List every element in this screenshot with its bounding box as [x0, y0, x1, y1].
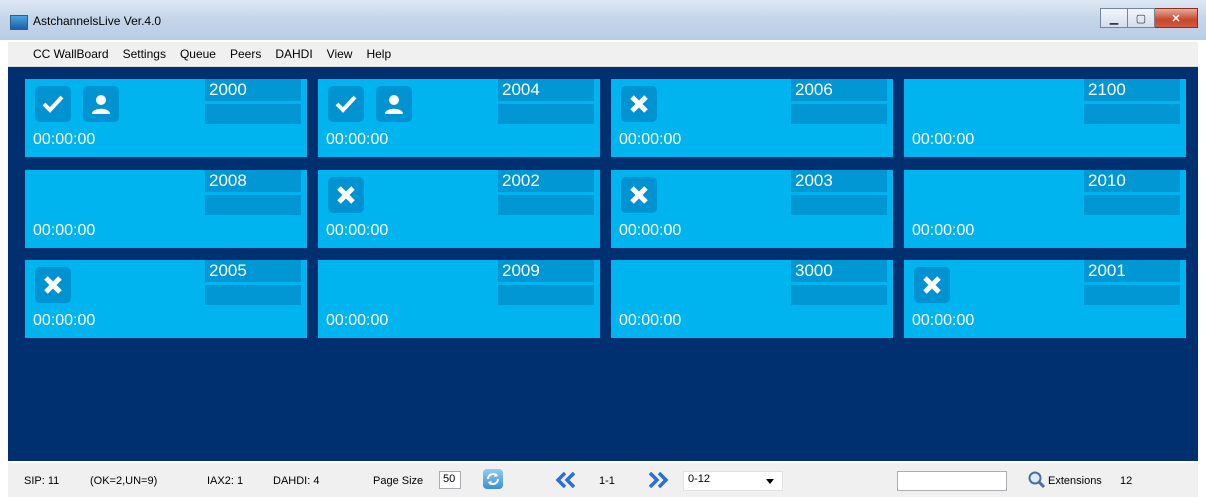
extension-number: 2005 [205, 260, 301, 282]
extension-tile[interactable]: 2001 00:00:00 [904, 260, 1186, 338]
wallboard: 2000 00:00:00 2004 00:00:00 2006 00:00:0… [8, 67, 1198, 461]
x-icon [621, 177, 657, 213]
extension-number: 2100 [1084, 79, 1180, 101]
extension-tile[interactable]: 2008 00:00:00 [25, 170, 307, 248]
extension-status-bar [498, 195, 594, 215]
check-icon [328, 86, 364, 122]
check-icon [35, 86, 71, 122]
call-timer: 00:00:00 [912, 222, 975, 239]
menu-help[interactable]: Help [359, 47, 398, 61]
call-timer: 00:00:00 [33, 131, 96, 148]
menu-bar: CC WallBoard Settings Queue Peers DAHDI … [8, 42, 1198, 67]
user-icon [376, 86, 412, 122]
extension-tile[interactable]: 2003 00:00:00 [611, 170, 893, 248]
call-timer: 00:00:00 [326, 131, 389, 148]
extension-number: 2010 [1084, 170, 1180, 192]
extension-number: 2001 [1084, 260, 1180, 282]
page-prev-icon[interactable] [553, 469, 579, 491]
extension-status-bar [498, 285, 594, 305]
extension-status-bar [205, 104, 301, 124]
chevron-down-icon [766, 479, 774, 484]
menu-cc-wallboard[interactable]: CC WallBoard [8, 47, 116, 61]
extension-status-bar [791, 285, 887, 305]
call-timer: 00:00:00 [33, 312, 96, 329]
extension-tile[interactable]: 2006 00:00:00 [611, 79, 893, 157]
extension-number: 2004 [498, 79, 594, 101]
extension-tile[interactable]: 3000 00:00:00 [611, 260, 893, 338]
refresh-icon[interactable] [483, 469, 503, 489]
extension-status-bar [205, 285, 301, 305]
call-timer: 00:00:00 [33, 222, 96, 239]
extension-tile[interactable]: 2000 00:00:00 [25, 79, 307, 157]
call-timer: 00:00:00 [912, 131, 975, 148]
call-timer: 00:00:00 [326, 312, 389, 329]
x-icon [621, 86, 657, 122]
extension-number: 3000 [791, 260, 887, 282]
page-range: 1-1 [599, 475, 615, 487]
user-icon [83, 86, 119, 122]
search-input[interactable] [897, 471, 1007, 491]
extension-number: 2006 [791, 79, 887, 101]
extension-status-bar [205, 195, 301, 215]
status-bar: SIP: 11 (OK=2,UN=9) IAX2: 1 DAHDI: 4 Pag… [8, 463, 1198, 497]
extension-status-bar [1084, 195, 1180, 215]
menu-settings[interactable]: Settings [116, 47, 173, 61]
minimize-button[interactable]: ▁ [1100, 8, 1128, 28]
call-timer: 00:00:00 [912, 312, 975, 329]
page-size-label: Page Size [373, 475, 424, 487]
extension-number: 2002 [498, 170, 594, 192]
extensions-count: 12 [1120, 475, 1133, 487]
window-title: AstchannelsLive Ver.4.0 [33, 14, 162, 28]
extension-number: 2008 [205, 170, 301, 192]
app-icon [10, 15, 28, 30]
sip-count: SIP: 11 [24, 475, 60, 487]
call-timer: 00:00:00 [619, 131, 682, 148]
call-timer: 00:00:00 [619, 222, 682, 239]
x-icon [328, 177, 364, 213]
window-controls: ▁ ▢ ✕ [1100, 8, 1198, 28]
extension-status-bar [498, 104, 594, 124]
call-timer: 00:00:00 [619, 312, 682, 329]
title-bar: AstchannelsLive Ver.4.0 ▁ ▢ ✕ [0, 0, 1206, 40]
extension-tile[interactable]: 2100 00:00:00 [904, 79, 1186, 157]
x-icon [914, 267, 950, 303]
extensions-label: Extensions [1048, 475, 1102, 487]
extension-number: 2000 [205, 79, 301, 101]
range-select[interactable]: 0-12 [683, 471, 783, 491]
extension-number: 2003 [791, 170, 887, 192]
page-next-icon[interactable] [645, 469, 671, 491]
extension-status-bar [791, 104, 887, 124]
x-icon [35, 267, 71, 303]
extension-status-bar [791, 195, 887, 215]
maximize-button[interactable]: ▢ [1128, 8, 1155, 28]
range-select-value: 0-12 [688, 473, 711, 485]
menu-peers[interactable]: Peers [223, 47, 268, 61]
menu-queue[interactable]: Queue [173, 47, 223, 61]
close-button[interactable]: ✕ [1155, 8, 1198, 28]
extension-tile[interactable]: 2009 00:00:00 [318, 260, 600, 338]
iax2-count: IAX2: 1 [207, 475, 244, 487]
extension-status-bar [1084, 104, 1180, 124]
dahdi-count: DAHDI: 4 [273, 475, 320, 487]
extension-tile[interactable]: 2002 00:00:00 [318, 170, 600, 248]
extension-tile[interactable]: 2005 00:00:00 [25, 260, 307, 338]
page-size-input[interactable]: 50 [439, 471, 461, 489]
search-icon[interactable] [1027, 470, 1047, 490]
menu-dahdi[interactable]: DAHDI [268, 47, 319, 61]
extension-number: 2009 [498, 260, 594, 282]
sip-ok-un: (OK=2,UN=9) [90, 475, 158, 487]
extension-tile[interactable]: 2010 00:00:00 [904, 170, 1186, 248]
extension-status-bar [1084, 285, 1180, 305]
menu-view[interactable]: View [320, 47, 360, 61]
extension-tile[interactable]: 2004 00:00:00 [318, 79, 600, 157]
call-timer: 00:00:00 [326, 222, 389, 239]
